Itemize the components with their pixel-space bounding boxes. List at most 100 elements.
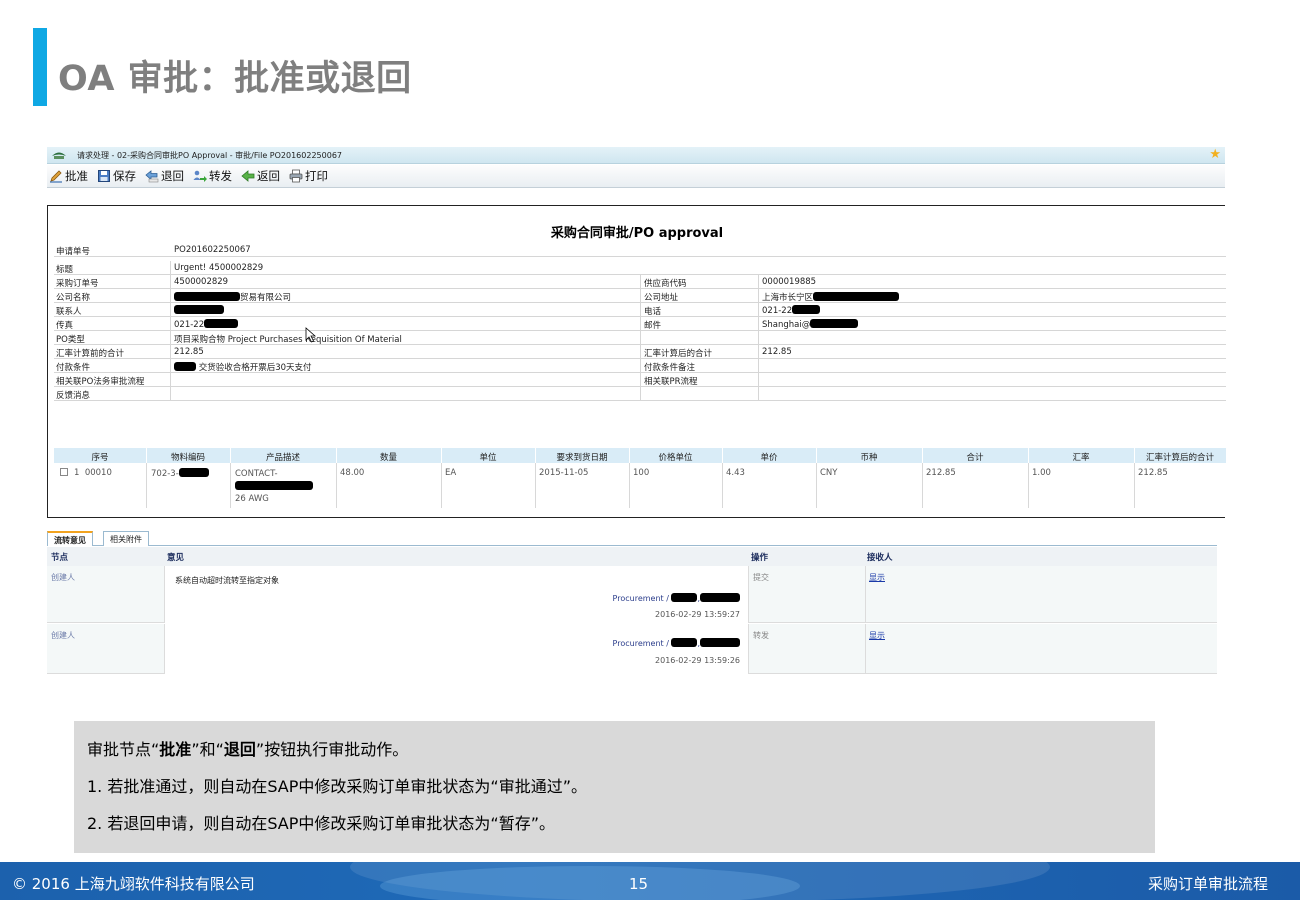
total-after-value: 212.85 [762,347,792,357]
flow-recv-link[interactable]: 显示 [869,572,885,583]
col-total-after: 汇率计算后的合计 [1145,453,1214,463]
flow-tabs: 流转意见 相关附件 [47,531,1217,546]
flow-row: 创建人 Procurement / , 2016-02-29 13:59:26 … [47,624,1217,674]
table-row: 1 00010 702-3- CONTACT- 26 AWG 48.00 EA 2… [54,463,1226,508]
footer-copyright: © 2016 上海九翊软件科技有限公司 [12,875,255,893]
footer-section-title: 采购订单审批流程 [1147,875,1268,893]
fax-label: 传真 [56,321,74,331]
row-price-unit: 100 [633,468,650,478]
form-row-payment: 付款条件 交货验收合格开票后30天支付 付款条件备注 [54,359,1226,373]
company-value: 贸易有限公司 [174,291,291,303]
col-seq: 序号 [91,453,109,463]
row-desc: CONTACT- 26 AWG [235,468,313,506]
row-price: 4.43 [726,468,745,478]
vendor-code-value: 0000019885 [762,277,817,287]
flow-col-op: 操作 [751,553,769,563]
title-accent-bar [33,28,47,106]
col-desc: 产品描述 [265,453,300,463]
phone-value: 021-22 [762,305,821,316]
slide-footer: © 2016 上海九翊软件科技有限公司 15 采购订单审批流程 [0,862,1300,900]
email-label: 邮件 [644,321,662,331]
approve-button[interactable]: 批准 [49,168,88,184]
flow-opinion-text: 系统自动超时流转至指定对象 [175,576,279,585]
payment-note-label: 付款条件备注 [644,363,696,373]
row-total: 212.85 [926,468,956,478]
flow-node: 创建人 [51,573,75,582]
flow-handler: Procurement / , [613,638,740,648]
form-row-related: 相关联PO法务审批流程 相关联PR流程 [54,373,1226,387]
flow-op: 提交 [753,573,769,582]
po-no-value: 4500002829 [174,277,229,287]
note-line-2: 1. 若批准通过，则自动在SAP中修改采购订单审批状态为“审批通过”。 [87,777,587,796]
contact-value [174,305,224,316]
forward-label: 转发 [209,169,232,183]
phone-label: 电话 [644,307,662,317]
save-label: 保存 [113,169,136,183]
back-button[interactable]: 返回 [241,168,280,184]
vendor-code-label: 供应商代码 [644,279,687,289]
approve-label: 批准 [65,169,88,183]
row-date: 2015-11-05 [539,468,589,478]
explanation-box: 审批节点“批准”和“退回”按钮执行审批动作。 1. 若批准通过，则自动在SAP中… [74,721,1155,853]
print-button[interactable]: 打印 [289,168,328,184]
row-currency: CNY [820,468,838,478]
flow-time: 2016-02-29 13:59:27 [655,610,740,619]
col-date: 要求到货日期 [556,453,608,463]
col-unit: 单位 [479,453,497,463]
tab-attachments[interactable]: 相关附件 [103,531,149,546]
footer-decoration [380,866,800,900]
request-no-label: 申请单号 [56,247,91,257]
form-row-request-no: 申请单号 PO201602250067 [54,243,1226,257]
flow-col-opinion: 意见 [167,553,185,563]
po-type-value: 项目采购合物 Project Purchases Requisition Of … [174,335,402,345]
save-button[interactable]: 保存 [97,168,136,184]
row-checkbox[interactable] [60,468,68,476]
toolbar: 批准 保存 退回 转发 返回 打印 [47,165,1225,188]
page-number: 15 [629,875,649,893]
request-no-value: PO201602250067 [174,245,251,255]
flow-time: 2016-02-29 13:59:26 [655,656,740,665]
payment-value: 交货验收合格开票后30天支付 [174,361,312,373]
forward-button[interactable]: 转发 [193,168,232,184]
total-before-value: 212.85 [174,347,204,357]
col-price: 单价 [760,453,778,463]
flow-col-recv: 接收人 [867,553,893,563]
mouse-cursor-icon [305,327,317,343]
form-row-company: 公司名称 贸易有限公司 公司地址 上海市长宁区 [54,289,1226,303]
subject-value: Urgent! 4500002829 [174,263,264,273]
form-row-po-type: PO类型 项目采购合物 Project Purchases Requisitio… [54,331,1226,345]
flow-recv-link[interactable]: 显示 [869,630,885,641]
po-legal-label: 相关联PO法务审批流程 [56,377,145,387]
flow-node: 创建人 [51,631,75,640]
favorite-star-icon[interactable]: ★ [1209,147,1221,163]
reject-button[interactable]: 退回 [145,168,184,184]
address-label: 公司地址 [644,293,679,303]
app-icon [52,152,66,159]
tab-flow-opinion[interactable]: 流转意见 [47,531,93,546]
reject-label: 退回 [161,169,184,183]
po-no-label: 采购订单号 [56,279,99,289]
back-arrow-icon [241,169,255,183]
col-material: 物料编码 [170,453,205,463]
row-qty: 48.00 [340,468,365,478]
po-type-label: PO类型 [56,335,85,345]
flow-table-header: 节点 意见 操作 接收人 [47,547,1217,566]
window-title: 请求处理 - 02-采购合同审批PO Approval - 审批/File PO… [77,151,342,160]
forward-users-icon [193,169,207,183]
approval-window: 请求处理 - 02-采购合同审批PO Approval - 审批/File PO… [47,147,1226,677]
company-label: 公司名称 [56,293,91,303]
slide-title: OA 审批：批准或退回 [58,59,412,99]
row-rate: 1.00 [1032,468,1051,478]
form-row-po-no: 采购订单号 4500002829 供应商代码 0000019885 [54,275,1226,289]
approve-icon [49,169,63,183]
form-row-fax: 传真 021-22 邮件 Shanghai@ [54,317,1226,331]
form-row-feedback: 反馈消息 [54,387,1226,401]
print-label: 打印 [305,169,328,183]
window-titlebar: 请求处理 - 02-采购合同审批PO Approval - 审批/File PO… [47,147,1225,164]
email-value: Shanghai@ [762,319,859,330]
printer-icon [289,169,303,183]
flow-row: 创建人 系统自动超时流转至指定对象 Procurement / , 2016-0… [47,566,1217,623]
contact-label: 联系人 [56,307,82,317]
payment-label: 付款条件 [56,363,91,373]
form-title: 采购合同审批/PO approval [550,226,724,241]
